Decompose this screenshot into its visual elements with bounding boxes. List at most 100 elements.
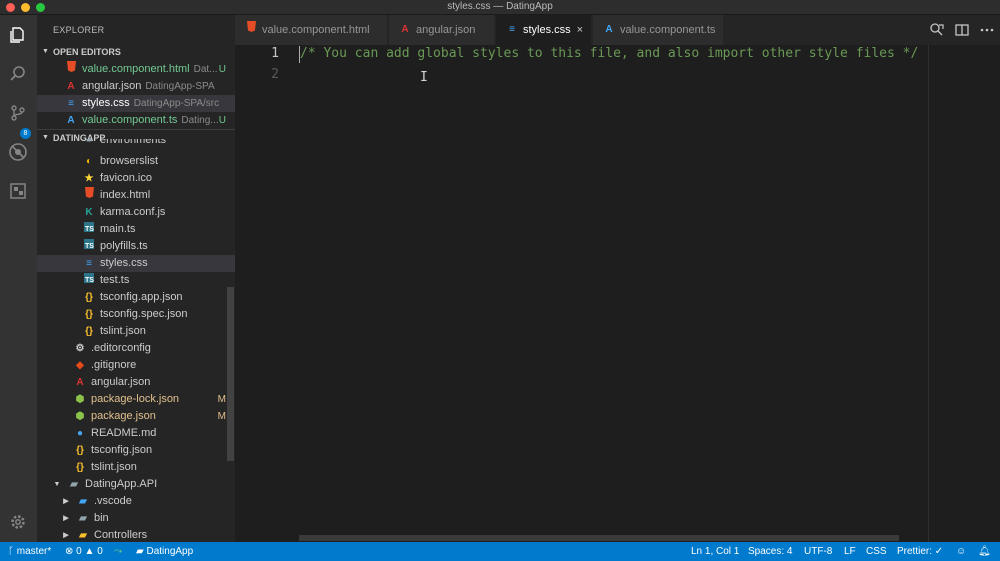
language-mode[interactable]: CSS: [866, 542, 887, 561]
open-editor-item[interactable]: Aangular.json DatingApp-SPA: [37, 78, 235, 95]
line-number: 2: [271, 67, 279, 82]
source-control-icon[interactable]: [6, 101, 30, 125]
folder-status[interactable]: ▰ DatingApp: [136, 542, 193, 561]
editorconfig-icon: ⚙: [75, 343, 85, 354]
code-editor[interactable]: 1 /* You can add global styles to this f…: [235, 45, 1000, 542]
tree-item[interactable]: ▶ ▰ Controllers: [37, 527, 235, 542]
tree-item[interactable]: ● README.md: [37, 425, 235, 442]
encoding-status[interactable]: UTF-8: [804, 542, 832, 561]
nodejs-icon: ⬢: [75, 394, 85, 405]
tree-item[interactable]: ■ environments: [37, 139, 235, 148]
open-editor-item[interactable]: value.component.html Dat... U: [37, 61, 235, 78]
tree-item[interactable]: ▶ ▰ bin: [37, 510, 235, 527]
tree-item[interactable]: ★ favicon.ico: [37, 170, 235, 187]
typescript-icon: TS: [83, 238, 95, 255]
tree-item[interactable]: ≡ styles.css: [37, 255, 235, 272]
tab-bar: value.component.html Aangular.json ≡ styl…: [235, 15, 1000, 45]
svg-text:TS: TS: [85, 226, 94, 232]
branch-status[interactable]: ᚴ master*: [8, 542, 51, 561]
karma-icon: K: [85, 207, 93, 218]
activity-bar: 8: [0, 15, 37, 542]
tree-item[interactable]: ⬢ package-lock.json M: [37, 391, 235, 408]
angular-icon: A: [67, 81, 75, 92]
css3-icon: ≡: [509, 24, 515, 35]
typescript-icon: TS: [83, 272, 95, 289]
tree-item[interactable]: index.html: [37, 187, 235, 204]
window-title: styles.css — DatingApp: [447, 1, 553, 12]
svg-text:TS: TS: [85, 243, 94, 249]
angular-ts-icon: A: [67, 115, 75, 126]
tree-item[interactable]: {} tsconfig.app.json: [37, 289, 235, 306]
tree-item[interactable]: ▼ ▰ DatingApp.API: [37, 476, 235, 493]
debug-icon[interactable]: [6, 140, 30, 164]
search-icon[interactable]: [6, 62, 30, 86]
info-icon: ●: [76, 428, 84, 439]
open-changes-icon[interactable]: [929, 22, 945, 38]
html5-icon: [83, 187, 95, 204]
line-number: 1: [271, 46, 279, 61]
horizontal-scrollbar[interactable]: [299, 535, 899, 541]
split-editor-icon[interactable]: [954, 22, 970, 38]
tree-item[interactable]: Kkarma.conf.js: [37, 204, 235, 221]
angular-icon: A: [76, 377, 84, 388]
minimap-edge: [928, 45, 929, 542]
more-actions-icon[interactable]: [979, 22, 995, 38]
html5-icon: [245, 15, 257, 45]
tab-angular-json[interactable]: Aangular.json: [389, 15, 495, 45]
close-tab-icon[interactable]: ×: [577, 15, 583, 45]
title-bar: styles.css — DatingApp: [0, 0, 1000, 15]
tree-item[interactable]: {} tsconfig.json: [37, 442, 235, 459]
tree-item[interactable]: ▶ ▰ .vscode: [37, 493, 235, 510]
settings-gear-icon[interactable]: [6, 510, 30, 534]
tree-item[interactable]: ⬢ package.json M: [37, 408, 235, 425]
open-editors-header[interactable]: ▼ OPEN EDITORS: [37, 44, 235, 60]
folder-icon: ▰: [136, 546, 144, 557]
css3-icon: ≡: [68, 98, 74, 109]
sidebar-scrollbar[interactable]: [227, 287, 234, 461]
tree-item[interactable]: TS polyfills.ts: [37, 238, 235, 255]
error-icon: ⊗: [65, 546, 74, 557]
tab-value-component-html[interactable]: value.component.html: [235, 15, 388, 45]
angular-icon: A: [401, 24, 409, 35]
tree-item[interactable]: TS main.ts: [37, 221, 235, 238]
prettier-status[interactable]: Prettier: ✓: [897, 542, 943, 561]
tree-item[interactable]: ⚙ .editorconfig: [37, 340, 235, 357]
open-editor-item[interactable]: ≡ styles.css DatingApp-SPA/src: [37, 95, 235, 112]
git-branch-icon: ᚴ: [8, 546, 14, 557]
star-icon: ★: [84, 173, 94, 184]
explorer-sidebar: EXPLORER ▼ OPEN EDITORS value.component.…: [37, 15, 235, 542]
notifications-bell-icon[interactable]: 🔔︎: [978, 542, 991, 561]
json-icon: {}: [76, 462, 84, 473]
tree-item[interactable]: Aangular.json: [37, 374, 235, 391]
json-icon: {}: [85, 326, 93, 337]
eol-status[interactable]: LF: [844, 542, 856, 561]
explorer-icon[interactable]: [6, 23, 30, 47]
tree-item[interactable]: ◐ browserslist: [37, 153, 235, 170]
tree-item[interactable]: {} tslint.json: [37, 323, 235, 340]
extensions-icon[interactable]: [6, 179, 30, 203]
open-editors-label: OPEN EDITORS: [53, 47, 121, 57]
source-control-badge: 8: [20, 128, 31, 139]
explorer-title: EXPLORER: [53, 25, 105, 35]
tree-item[interactable]: {} tslint.json: [37, 459, 235, 476]
tab-styles-css[interactable]: ≡ styles.css ×: [496, 15, 592, 45]
json-icon: {}: [76, 445, 84, 456]
cursor-position[interactable]: Ln 1, Col 1: [691, 542, 739, 561]
code-line[interactable]: /* You can add global styles to this fil…: [300, 46, 918, 61]
caret-right-icon: ▶: [63, 498, 69, 505]
problems-status[interactable]: ⊗ 0 ▲ 0: [65, 542, 103, 561]
tab-value-component-ts[interactable]: Avalue.component.ts: [593, 15, 724, 45]
indentation-status[interactable]: Spaces: 4: [748, 542, 792, 561]
nodejs-icon: ⬢: [75, 411, 85, 422]
svg-text:TS: TS: [85, 277, 94, 283]
tree-item[interactable]: ◆ .gitignore: [37, 357, 235, 374]
browserslist-icon: ◐: [85, 156, 93, 167]
feedback-smiley-icon[interactable]: ☺: [956, 542, 966, 561]
live-share-icon[interactable]: ⤳: [114, 542, 122, 561]
css3-icon: ≡: [86, 258, 92, 269]
json-icon: {}: [85, 292, 93, 303]
tree-item[interactable]: {} tsconfig.spec.json: [37, 306, 235, 323]
open-editor-item[interactable]: Avalue.component.ts Dating... U: [37, 112, 235, 129]
git-icon: ◆: [76, 360, 84, 371]
tree-item[interactable]: TS test.ts: [37, 272, 235, 289]
